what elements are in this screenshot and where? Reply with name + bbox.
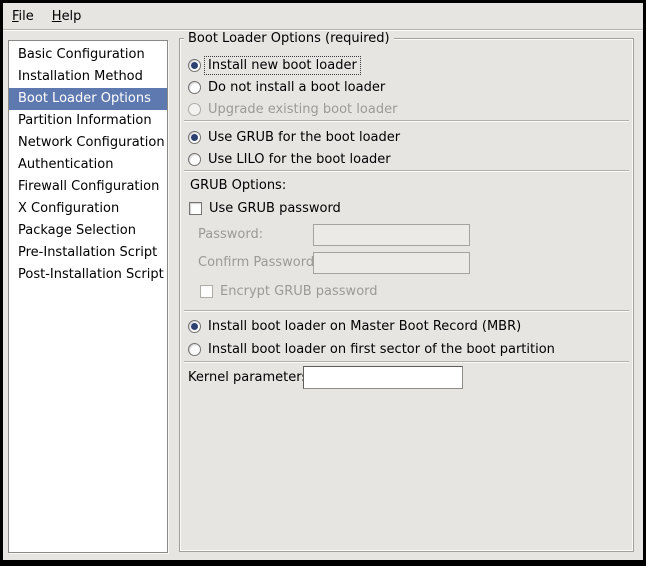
confirm-password-field — [313, 252, 470, 274]
menu-bar: File Help — [3, 3, 643, 30]
menu-help-accel: H — [52, 9, 62, 24]
radio-icon-install-on-first-sector[interactable] — [188, 343, 201, 356]
radio-row-use-lilo[interactable]: Use LILO for the boot loader — [188, 148, 394, 170]
radio-label-do-not-install-boot-loader: Do not install a boot loader — [205, 79, 388, 96]
radio-row-do-not-install-boot-loader[interactable]: Do not install a boot loader — [188, 76, 388, 98]
checkbox-label-encrypt-grub-password: Encrypt GRUB password — [217, 283, 381, 300]
app-window: File Help Basic Configuration Installati… — [0, 0, 646, 566]
window-body: File Help Basic Configuration Installati… — [3, 3, 643, 560]
menu-file-rest: ile — [19, 9, 34, 24]
radio-icon-install-on-mbr[interactable] — [188, 320, 201, 333]
radio-row-install-on-mbr[interactable]: Install boot loader on Master Boot Recor… — [188, 315, 524, 337]
frame-title: Boot Loader Options (required) — [184, 31, 394, 46]
radio-row-upgrade-existing-boot-loader: Upgrade existing boot loader — [188, 98, 400, 120]
sidebar-item-pre-installation-script[interactable]: Pre-Installation Script — [9, 242, 167, 264]
radio-row-install-new-boot-loader[interactable]: Install new boot loader — [188, 54, 360, 76]
grub-options-heading: GRUB Options: — [190, 175, 286, 197]
sidebar-item-basic-configuration[interactable]: Basic Configuration — [9, 44, 167, 66]
sidebar-item-installation-method[interactable]: Installation Method — [9, 66, 167, 88]
radio-label-use-grub: Use GRUB for the boot loader — [205, 129, 403, 146]
separator — [184, 310, 629, 312]
sidebar-item-firewall-configuration[interactable]: Firewall Configuration — [9, 176, 167, 198]
radio-label-install-on-first-sector: Install boot loader on first sector of t… — [205, 341, 558, 358]
radio-icon-do-not-install-boot-loader[interactable] — [188, 81, 201, 94]
kernel-parameters-label: Kernel parameters: — [188, 366, 313, 389]
radio-row-install-on-first-sector[interactable]: Install boot loader on first sector of t… — [188, 338, 558, 360]
radio-label-install-new-boot-loader: Install new boot loader — [205, 57, 360, 74]
sidebar-item-post-installation-script[interactable]: Post-Installation Script — [9, 264, 167, 286]
menu-help[interactable]: Help — [43, 5, 91, 28]
kernel-parameters-field[interactable] — [303, 366, 463, 389]
menu-file[interactable]: File — [3, 5, 43, 28]
sidebar-item-authentication[interactable]: Authentication — [9, 154, 167, 176]
separator — [184, 120, 629, 122]
sidebar-item-package-selection[interactable]: Package Selection — [9, 220, 167, 242]
separator — [184, 361, 629, 363]
checkbox-row-use-grub-password[interactable]: Use GRUB password — [189, 197, 344, 219]
radio-row-use-grub[interactable]: Use GRUB for the boot loader — [188, 126, 403, 148]
radio-label-upgrade-existing-boot-loader: Upgrade existing boot loader — [205, 101, 400, 118]
separator — [184, 170, 629, 172]
radio-label-install-on-mbr: Install boot loader on Master Boot Recor… — [205, 318, 524, 335]
confirm-password-label: Confirm Password: — [198, 252, 318, 274]
password-label: Password: — [198, 224, 263, 246]
menu-help-rest: elp — [62, 9, 82, 24]
sidebar-item-boot-loader-options[interactable]: Boot Loader Options — [9, 88, 167, 110]
radio-icon-install-new-boot-loader[interactable] — [188, 59, 201, 72]
password-field — [313, 224, 470, 246]
sidebar-item-partition-information[interactable]: Partition Information — [9, 110, 167, 132]
radio-icon-use-lilo[interactable] — [188, 153, 201, 166]
radio-label-use-lilo: Use LILO for the boot loader — [205, 151, 394, 168]
checkbox-icon-encrypt-grub-password — [200, 285, 213, 298]
checkbox-row-encrypt-grub-password: Encrypt GRUB password — [200, 280, 381, 302]
checkbox-icon-use-grub-password[interactable] — [189, 202, 202, 215]
radio-icon-use-grub[interactable] — [188, 131, 201, 144]
checkbox-label-use-grub-password: Use GRUB password — [206, 200, 344, 217]
radio-icon-upgrade-existing-boot-loader — [188, 103, 201, 116]
category-list: Basic Configuration Installation Method … — [8, 40, 168, 553]
sidebar-item-x-configuration[interactable]: X Configuration — [9, 198, 167, 220]
sidebar-item-network-configuration[interactable]: Network Configuration — [9, 132, 167, 154]
